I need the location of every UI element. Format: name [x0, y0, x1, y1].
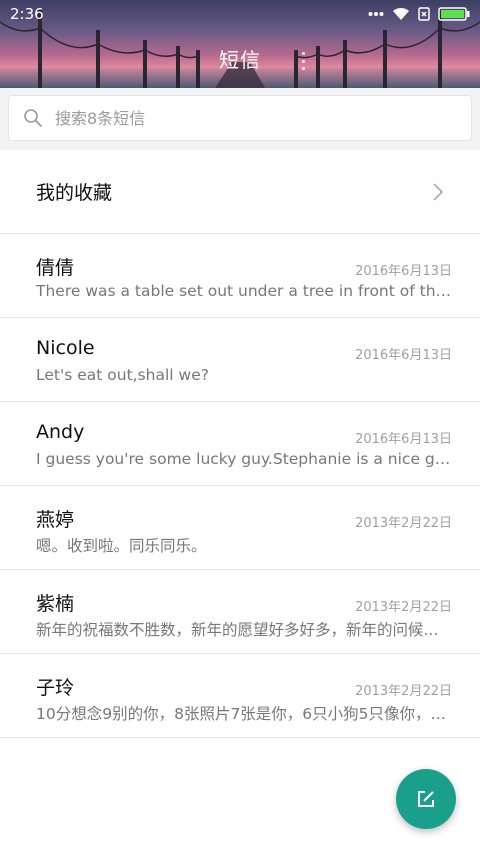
message-date: 2016年6月13日: [355, 264, 452, 279]
conversation-item[interactable]: Andy 2016年6月13日 I guess you're some luck…: [0, 402, 480, 486]
search-bar-area: [0, 88, 480, 150]
conversation-item[interactable]: Nicole 2016年6月13日 Let's eat out,shall we…: [0, 318, 480, 402]
contact-name: Andy: [36, 421, 85, 443]
message-date: 2013年2月22日: [355, 684, 452, 699]
favorites-row[interactable]: 我的收藏: [0, 150, 480, 234]
contact-name: 倩倩: [36, 257, 75, 279]
contact-name: 子玲: [36, 677, 75, 699]
message-preview: 新年的祝福数不胜数，新年的愿望好多好多，新年的问候...: [36, 621, 439, 639]
contact-name: Nicole: [36, 337, 95, 359]
compose-button[interactable]: [396, 769, 456, 829]
more-dots-status-icon: [368, 12, 384, 16]
contact-name: 燕婷: [36, 509, 75, 531]
contact-name: 紫楠: [36, 593, 75, 615]
chevron-right-icon: [433, 182, 444, 201]
message-preview: There was a table set out under a tree i…: [36, 282, 454, 300]
wifi-icon: [393, 7, 409, 20]
message-date: 2016年6月13日: [355, 432, 452, 447]
more-vertical-icon[interactable]: [300, 52, 306, 70]
message-preview: 嗯。收到啦。同乐同乐。: [36, 537, 207, 555]
conversation-item[interactable]: 燕婷 2013年2月22日 嗯。收到啦。同乐同乐。: [0, 486, 480, 570]
compose-icon: [418, 791, 434, 807]
message-date: 2013年2月22日: [355, 600, 452, 615]
page-title: 短信: [219, 48, 261, 72]
status-time: 2:36: [10, 5, 44, 23]
favorites-label: 我的收藏: [36, 182, 113, 204]
status-icons: [368, 7, 470, 21]
message-date: 2016年6月13日: [355, 348, 452, 363]
conversation-item[interactable]: 子玲 2013年2月22日 10分想念9别的你，8张照片7张是你，6只小狗5只像…: [0, 654, 480, 738]
message-date: 2013年2月22日: [355, 516, 452, 531]
conversation-item[interactable]: 紫楠 2013年2月22日 新年的祝福数不胜数，新年的愿望好多好多，新年的问候.…: [0, 570, 480, 654]
sim-icon: [418, 7, 430, 21]
search-input[interactable]: [55, 108, 415, 128]
header: 2:36 短信: [0, 0, 480, 88]
message-preview: I guess you're some lucky guy.Stephanie …: [36, 450, 454, 468]
message-preview: 10分想念9别的你，8张照片7张是你，6只小狗5只像你，4...: [36, 705, 454, 723]
conversation-item[interactable]: 倩倩 2016年6月13日 There was a table set out …: [0, 234, 480, 318]
status-bar: 2:36: [0, 0, 480, 28]
search-box[interactable]: [8, 95, 472, 141]
battery-icon: [438, 7, 470, 21]
search-icon: [24, 109, 42, 127]
conversation-list: 我的收藏 倩倩 2016年6月13日 There was a table set…: [0, 150, 480, 738]
message-preview: Let's eat out,shall we?: [36, 366, 209, 384]
